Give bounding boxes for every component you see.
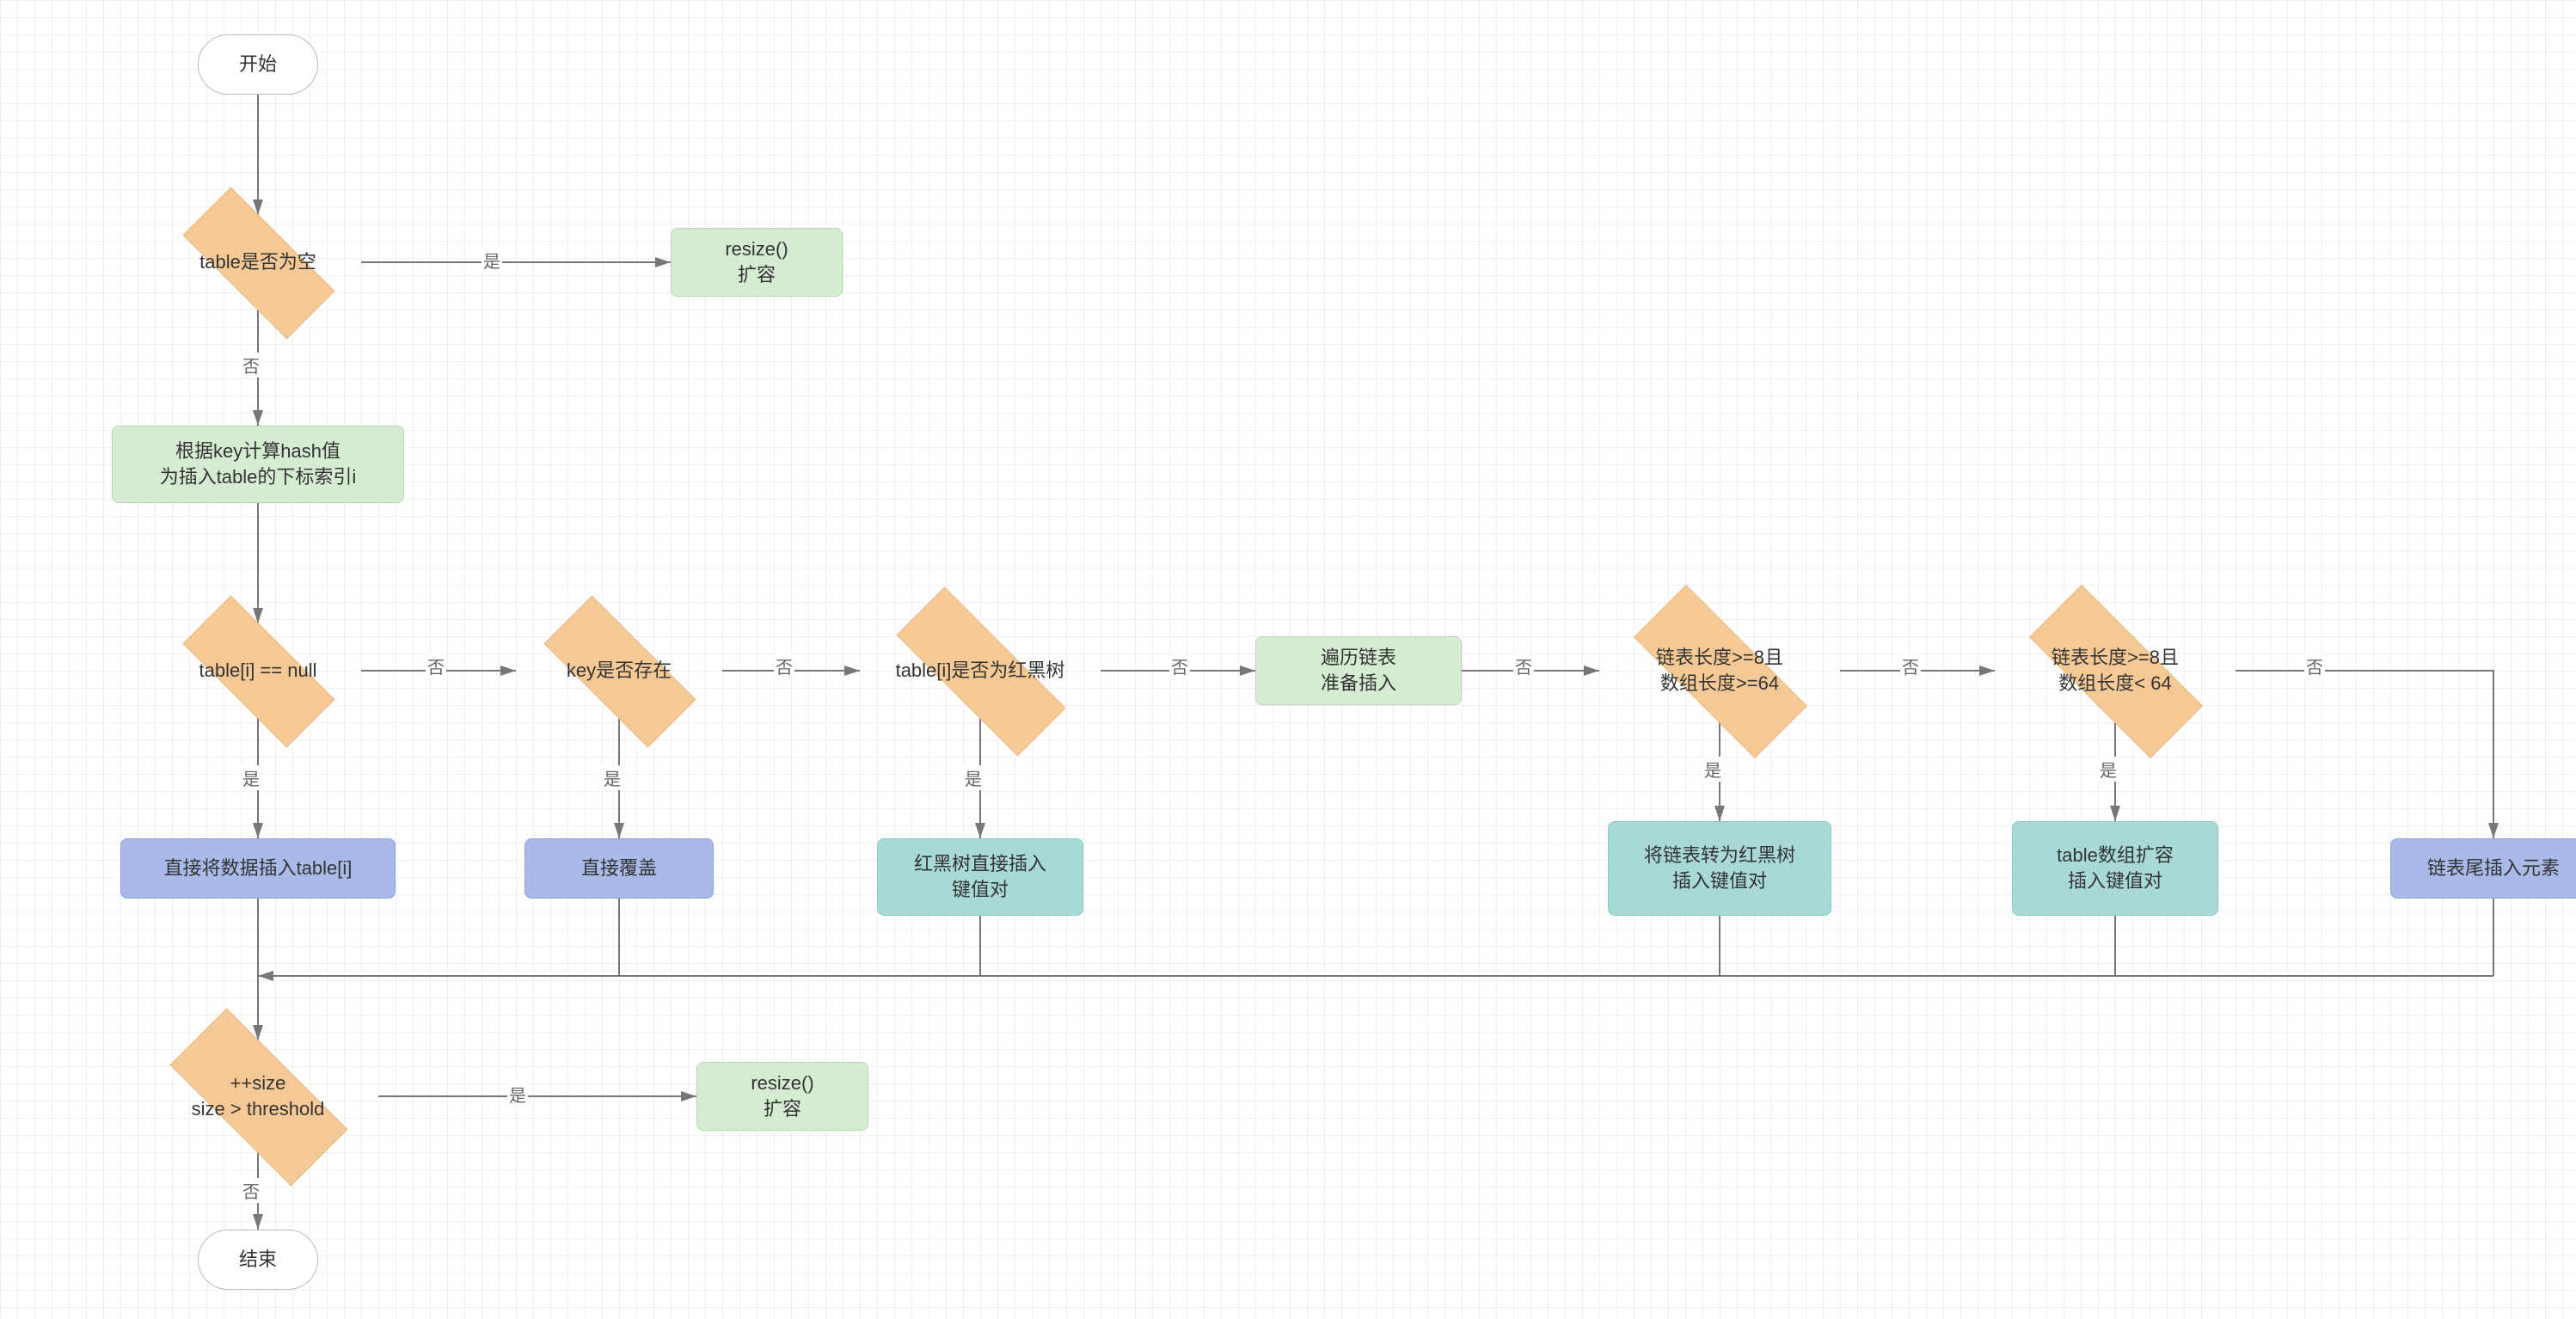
flowchart-canvas: 开始 table是否为空 resize() 扩容 根据key计算hash值 为插… (0, 0, 2576, 1319)
node-traverse-label: 遍历链表 准备插入 (1321, 645, 1396, 696)
node-len8-b-label: 链表长度>=8且 数组长度< 64 (2052, 645, 2179, 696)
node-len8-a-label: 链表长度>=8且 数组长度>=64 (1656, 645, 1783, 696)
node-size-check-label: ++size size > threshold (192, 1071, 325, 1121)
node-resize-2-label: resize() 扩容 (751, 1071, 813, 1121)
node-size-check: ++size size > threshold (138, 1040, 378, 1152)
node-is-rbtree-label: table[i]是否为红黑树 (896, 658, 1065, 684)
node-to-rb-label: 将链表转为红黑树 插入键值对 (1644, 843, 1795, 893)
node-tbl-resize: table数组扩容 插入键值对 (2012, 821, 2218, 916)
node-hash-calc-label: 根据key计算hash值 为插入table的下标索引i (160, 439, 357, 489)
node-start-label: 开始 (239, 52, 277, 77)
node-rb-insert-label: 红黑树直接插入 键值对 (914, 851, 1046, 902)
edge-label: 否 (1169, 653, 1190, 678)
node-len8-a: 链表长度>=8且 数组长度>=64 (1599, 619, 1840, 722)
edge-label: 是 (1702, 757, 1723, 782)
edge-label: 否 (241, 1178, 261, 1203)
node-resize-1-label: resize() 扩容 (725, 236, 788, 287)
node-to-rb: 将链表转为红黑树 插入键值对 (1608, 821, 1831, 916)
node-insert-i-label: 直接将数据插入table[i] (164, 856, 353, 881)
edge-label: 是 (2098, 757, 2119, 782)
edge-label: 是 (507, 1082, 528, 1107)
node-rb-insert: 红黑树直接插入 键值对 (877, 838, 1083, 916)
node-table-empty: table是否为空 (155, 215, 361, 310)
node-table-i-null-label: table[i] == null (199, 658, 317, 684)
edge-label: 否 (241, 353, 261, 377)
node-tail-insert-label: 链表尾插入元素 (2427, 856, 2560, 881)
node-start: 开始 (198, 34, 318, 95)
node-key-exists: key是否存在 (516, 623, 722, 718)
edge-label: 是 (241, 765, 261, 790)
edge-label: 是 (963, 765, 984, 790)
node-len8-b: 链表长度>=8且 数组长度< 64 (1995, 619, 2236, 722)
node-resize-2: resize() 扩容 (696, 1062, 868, 1131)
edge-label: 是 (602, 765, 623, 790)
edge-label: 否 (426, 653, 446, 678)
edge-label: 否 (1513, 653, 1534, 678)
node-hash-calc: 根据key计算hash值 为插入table的下标索引i (112, 426, 404, 503)
node-overwrite-label: 直接覆盖 (581, 856, 657, 881)
node-table-i-null: table[i] == null (155, 623, 361, 718)
node-tail-insert: 链表尾插入元素 (2390, 838, 2576, 899)
edge-label: 是 (481, 248, 502, 273)
node-overwrite: 直接覆盖 (524, 838, 714, 899)
node-is-rbtree: table[i]是否为红黑树 (860, 623, 1101, 718)
node-resize-1: resize() 扩容 (671, 228, 843, 297)
edge-label: 否 (774, 653, 794, 678)
node-traverse: 遍历链表 准备插入 (1255, 636, 1462, 705)
edge-label: 否 (1900, 653, 1921, 678)
node-end: 结束 (198, 1230, 318, 1290)
edge-label: 否 (2304, 653, 2325, 678)
node-end-label: 结束 (239, 1247, 277, 1273)
node-table-empty-label: table是否为空 (199, 249, 316, 275)
node-insert-i: 直接将数据插入table[i] (120, 838, 396, 899)
node-tbl-resize-label: table数组扩容 插入键值对 (2057, 843, 2174, 893)
node-key-exists-label: key是否存在 (567, 658, 672, 684)
